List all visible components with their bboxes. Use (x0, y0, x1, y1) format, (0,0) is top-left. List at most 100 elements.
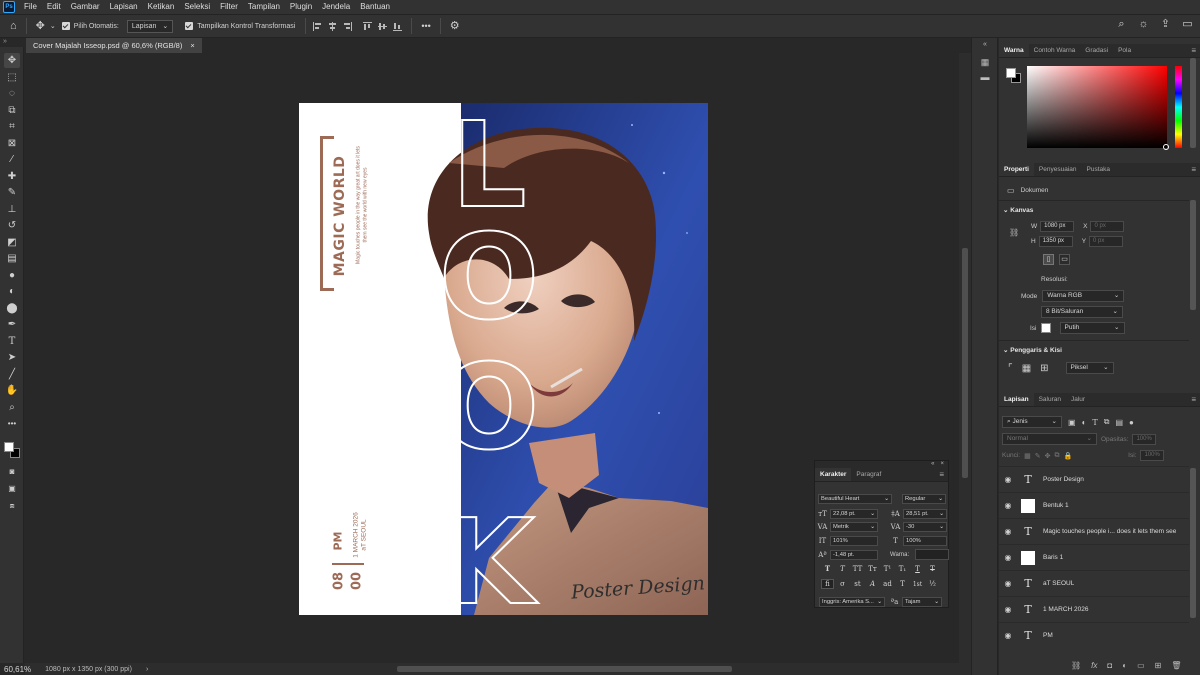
trash-icon[interactable]: 🗑 (1171, 661, 1181, 670)
scroll-thumb[interactable] (962, 248, 968, 478)
eye-icon[interactable]: ◉ (1002, 631, 1014, 640)
tab-channels[interactable]: Saluran (1034, 393, 1066, 406)
search-icon[interactable]: ⌕ (1115, 18, 1128, 31)
mask-icon[interactable]: ◘ (1107, 661, 1112, 670)
share-icon[interactable]: ⇪ (1159, 18, 1172, 31)
gradient-tool-icon[interactable]: ▤ (4, 251, 20, 266)
line-tool-icon[interactable]: ╱ (4, 367, 20, 382)
filter-adjustment-icon[interactable]: ◐ (1082, 418, 1087, 427)
quick-mask-icon[interactable]: ◙ (4, 464, 20, 479)
filter-type-icon[interactable]: T (1092, 418, 1097, 427)
color-picker-cursor[interactable] (1163, 144, 1169, 150)
portrait-icon[interactable]: ▯ (1043, 254, 1054, 265)
kerning-field[interactable]: Metrik ⌄ (830, 522, 878, 532)
workspace-icon[interactable]: ▭ (1181, 18, 1194, 31)
vertical-scale-field[interactable]: 101% (830, 536, 878, 546)
fx-icon[interactable]: fx (1091, 661, 1097, 670)
dodge-tool-icon[interactable]: ◐ (4, 284, 20, 299)
eye-icon[interactable]: ◉ (1002, 475, 1014, 484)
align-middle-icon[interactable] (378, 22, 388, 31)
tab-character[interactable]: Karakter (815, 468, 852, 481)
filter-pixel-icon[interactable]: ▣ (1068, 418, 1076, 427)
show-transform-checkbox[interactable] (185, 22, 194, 30)
toolbar-collapse-icon[interactable]: » (0, 38, 26, 46)
sponge-tool-icon[interactable]: ⬤ (4, 301, 20, 316)
foreground-color-swatch[interactable] (1006, 68, 1016, 78)
fill-field[interactable]: 100% (1140, 450, 1165, 461)
home-icon[interactable]: ⌂ (10, 20, 17, 32)
font-size-field[interactable]: 22,08 pt. ⌄ (830, 509, 878, 519)
frame-tool-icon[interactable]: ⊠ (4, 136, 20, 151)
eye-icon[interactable]: ◉ (1002, 605, 1014, 614)
move-tool-icon[interactable]: ✥ (4, 53, 20, 68)
layer-row[interactable]: ◉ Baris 1 (999, 544, 1189, 570)
discretionary-ligature-button[interactable]: st (851, 580, 864, 588)
grid-icon[interactable]: ▦ (1022, 363, 1031, 374)
layer-row[interactable]: ◉ T PM (999, 622, 1189, 648)
baseline-shift-field[interactable]: -1,48 pt. (830, 549, 878, 560)
superscript-button[interactable]: T¹ (881, 565, 894, 573)
menu-file[interactable]: File (19, 0, 42, 14)
lock-artboard-icon[interactable]: ⧉ (1054, 452, 1059, 460)
path-select-tool-icon[interactable]: ➤ (4, 350, 20, 365)
document-tab[interactable]: Cover Majalah Isseop.psd @ 60,6% (RGB/8)… (26, 38, 202, 53)
text-color-swatch[interactable] (915, 549, 950, 560)
all-caps-button[interactable]: TT (851, 565, 864, 573)
filter-toggle-icon[interactable]: ● (1129, 418, 1134, 427)
small-caps-button[interactable]: Tт (866, 565, 879, 573)
align-top-icon[interactable] (363, 21, 373, 31)
comment-icon[interactable]: ▬ (980, 72, 990, 82)
tab-swatches[interactable]: Contoh Warna (1029, 44, 1081, 57)
fractions-button[interactable]: ½ (926, 580, 939, 588)
eye-icon[interactable]: ◉ (1002, 553, 1014, 562)
tab-libraries[interactable]: Pustaka (1082, 163, 1116, 176)
expand-panels-icon[interactable]: « (980, 40, 990, 50)
eye-icon[interactable]: ◉ (1002, 527, 1014, 536)
zoom-level[interactable]: 60,61% (4, 665, 31, 674)
document-canvas[interactable]: L O O K MAGIC WORLD Magic touches people… (299, 103, 708, 615)
contextual-alternates-button[interactable]: σ (836, 580, 849, 588)
leading-field[interactable]: 28,51 pt. ⌄ (903, 509, 947, 519)
history-brush-icon[interactable]: ↺ (4, 218, 20, 233)
ligature-button[interactable]: fi (821, 579, 834, 589)
mode-select[interactable]: Warna RGB ⌄ (1042, 290, 1125, 302)
menu-layer[interactable]: Lapisan (105, 0, 143, 14)
healing-brush-icon[interactable]: ✚ (4, 169, 20, 184)
strikethrough-button[interactable]: T (926, 565, 939, 573)
ordinals-button[interactable]: 1st (911, 581, 924, 588)
layers-scrollbar[interactable] (1190, 468, 1196, 618)
menu-select[interactable]: Seleksi (179, 0, 215, 14)
font-style-select[interactable]: Regular ⌄ (902, 494, 946, 504)
blend-mode-select[interactable]: Normal ⌄ (1002, 433, 1097, 445)
landscape-icon[interactable]: ▭ (1059, 254, 1070, 265)
panel-menu-icon[interactable]: ≡ (1191, 163, 1196, 177)
pixel-grid-icon[interactable]: ⊞ (1040, 363, 1048, 374)
close-icon[interactable]: × (940, 461, 944, 468)
layer-row[interactable]: ◉ TaT SEOUL (999, 570, 1189, 596)
color-picker-field[interactable] (1027, 66, 1167, 148)
underline-button[interactable]: T (911, 565, 924, 573)
pen-tool-icon[interactable]: ✒ (4, 317, 20, 332)
lock-paint-icon[interactable]: ✎ (1035, 452, 1041, 460)
menu-plugin[interactable]: Plugin (285, 0, 317, 14)
eye-icon[interactable]: ◉ (1002, 501, 1014, 510)
opacity-field[interactable]: 100% (1132, 433, 1157, 445)
align-right-icon[interactable] (343, 21, 353, 31)
tab-patterns[interactable]: Pola (1113, 44, 1136, 57)
subscript-button[interactable]: T₁ (896, 565, 909, 573)
screen-mode-icon[interactable]: ▣ (4, 481, 20, 496)
height-field[interactable]: 1350 px (1038, 236, 1073, 247)
clone-stamp-icon[interactable]: ⊥ (4, 202, 20, 217)
fill-select[interactable]: Putih ⌄ (1059, 322, 1125, 334)
eraser-tool-icon[interactable]: ◩ (4, 235, 20, 250)
collapse-icon[interactable]: « (931, 461, 934, 468)
swash-button[interactable]: A (866, 580, 879, 588)
canvas-section-header[interactable]: ⌄ Kanvas (1003, 206, 1033, 214)
menu-filter[interactable]: Filter (215, 0, 243, 14)
panel-menu-icon[interactable]: ≡ (939, 468, 944, 482)
layer-row[interactable]: ◉ T 1 MARCH 2026 (999, 596, 1189, 622)
x-field[interactable]: 0 px (1090, 221, 1125, 232)
brush-tool-icon[interactable]: ✎ (4, 185, 20, 200)
auto-select-checkbox[interactable] (61, 22, 70, 30)
foreground-color-swatch[interactable] (4, 442, 14, 452)
